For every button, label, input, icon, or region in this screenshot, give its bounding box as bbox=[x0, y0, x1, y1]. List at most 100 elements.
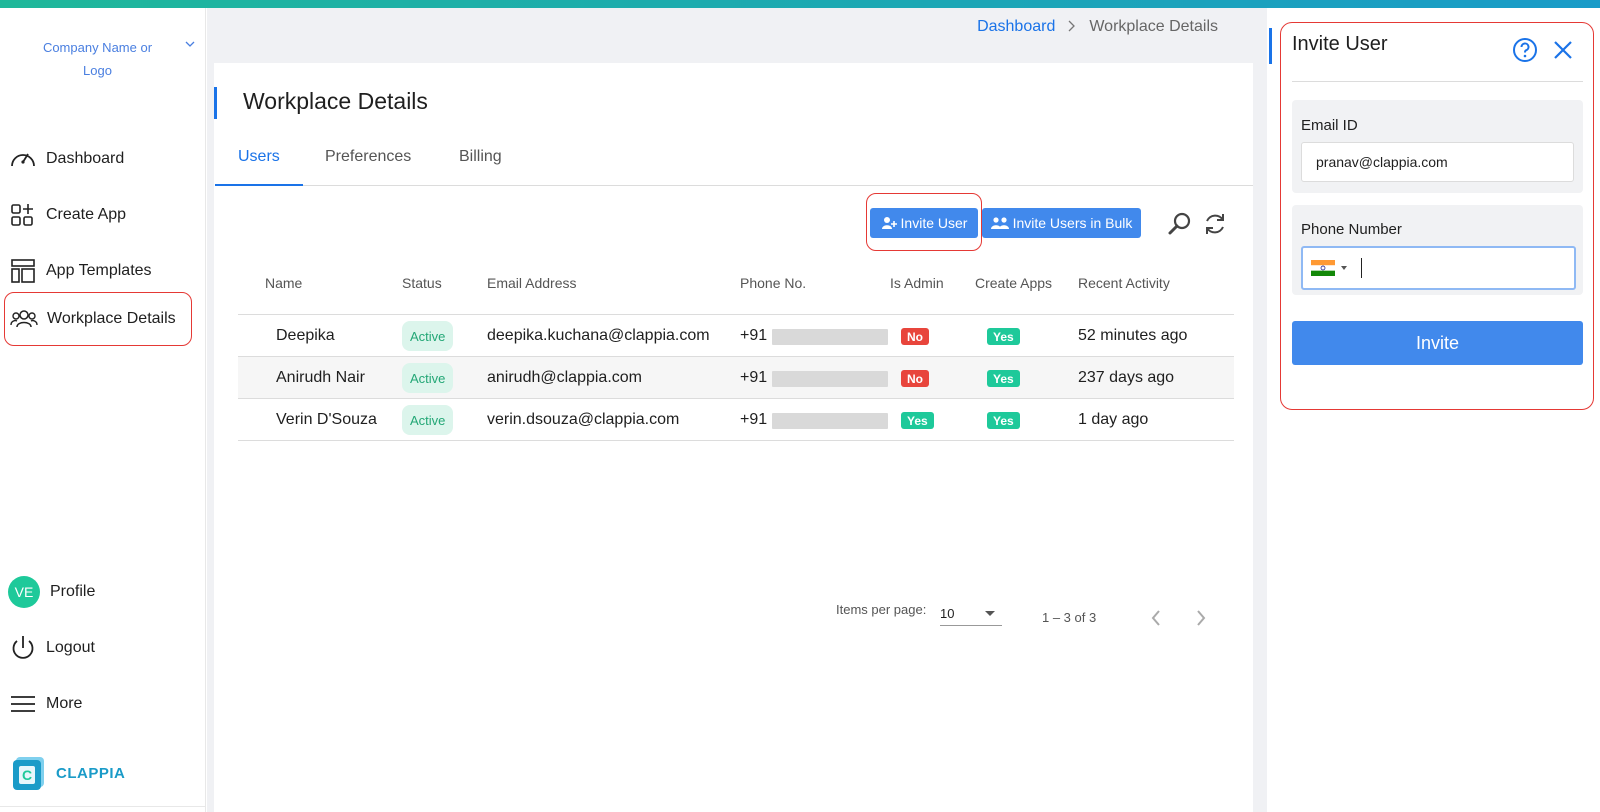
column-header-phone[interactable]: Phone No. bbox=[740, 275, 806, 291]
admin-badge: No bbox=[901, 370, 929, 387]
breadcrumb-current: Workplace Details bbox=[1089, 18, 1218, 35]
users-icon bbox=[9, 304, 39, 334]
tab-billing[interactable]: Billing bbox=[459, 138, 502, 186]
brand-name: CLAPPIA bbox=[56, 764, 126, 782]
phone-redacted bbox=[772, 371, 888, 387]
page-title: Workplace Details bbox=[243, 88, 428, 114]
phone-redacted bbox=[772, 413, 888, 429]
invite-users-bulk-button[interactable]: Invite Users in Bulk bbox=[982, 208, 1141, 238]
menu-icon bbox=[8, 689, 38, 719]
sidebar-item-label: Dashboard bbox=[46, 150, 125, 167]
breadcrumb-dashboard-link[interactable]: Dashboard bbox=[977, 18, 1055, 36]
sidebar-item-label: App Templates bbox=[46, 262, 152, 279]
close-icon[interactable] bbox=[1552, 39, 1574, 61]
cell-phone-prefix: +91 bbox=[740, 369, 768, 386]
table-row[interactable]: Deepika Active deepika.kuchana@clappia.c… bbox=[238, 315, 1234, 357]
cell-name: Anirudh Nair bbox=[276, 369, 365, 386]
speedometer-icon bbox=[8, 144, 38, 174]
refresh-icon[interactable] bbox=[1201, 210, 1229, 238]
help-icon[interactable] bbox=[1512, 37, 1538, 63]
india-flag-icon bbox=[1311, 260, 1335, 276]
create-apps-badge: Yes bbox=[987, 328, 1020, 345]
invite-submit-button[interactable]: Invite bbox=[1292, 321, 1583, 365]
panel-divider bbox=[1292, 81, 1583, 82]
admin-badge: No bbox=[901, 328, 929, 345]
tab-active-indicator bbox=[215, 184, 303, 186]
title-accent bbox=[214, 87, 217, 119]
tab-preferences[interactable]: Preferences bbox=[325, 138, 411, 186]
templates-icon bbox=[8, 256, 38, 286]
invite-bulk-label: Invite Users in Bulk bbox=[1012, 215, 1133, 231]
items-per-page-select[interactable]: 10 bbox=[940, 600, 1002, 626]
items-per-page-label: Items per page: bbox=[836, 602, 927, 617]
column-header-email[interactable]: Email Address bbox=[487, 275, 576, 291]
cell-phone-prefix: +91 bbox=[740, 327, 768, 344]
column-header-create-apps[interactable]: Create Apps bbox=[975, 275, 1052, 291]
power-icon bbox=[8, 633, 38, 663]
cell-activity: 237 days ago bbox=[1078, 369, 1175, 386]
email-field-group: Email ID pranav@clappia.com bbox=[1292, 100, 1583, 193]
caret-down-icon bbox=[985, 611, 995, 616]
chevron-right-icon[interactable] bbox=[1191, 608, 1211, 628]
cell-activity: 1 day ago bbox=[1078, 411, 1149, 428]
create-apps-badge: Yes bbox=[987, 412, 1020, 429]
status-badge: Active bbox=[402, 405, 454, 435]
breadcrumb: Dashboard Workplace Details bbox=[977, 18, 1218, 36]
table-row[interactable]: Verin D'Souza Active verin.dsouza@clappi… bbox=[238, 399, 1234, 441]
create-app-icon bbox=[8, 200, 38, 230]
cell-phone-prefix: +91 bbox=[740, 411, 768, 428]
cell-email: anirudh@clappia.com bbox=[487, 369, 642, 386]
chevron-down-icon[interactable] bbox=[184, 38, 196, 50]
top-accent-bar bbox=[0, 0, 1600, 8]
sidebar-item-profile[interactable]: VE Profile bbox=[4, 565, 192, 619]
chevron-right-icon bbox=[1067, 19, 1077, 35]
tab-users[interactable]: Users bbox=[238, 138, 280, 186]
sidebar-item-label: Profile bbox=[50, 583, 96, 600]
sidebar-item-app-templates[interactable]: App Templates bbox=[4, 244, 192, 298]
cell-activity: 52 minutes ago bbox=[1078, 327, 1188, 344]
column-header-status[interactable]: Status bbox=[402, 275, 442, 291]
column-header-is-admin[interactable]: Is Admin bbox=[890, 275, 944, 291]
invite-user-label: Invite User bbox=[900, 215, 968, 231]
sidebar-item-more[interactable]: More bbox=[4, 677, 192, 731]
sidebar-item-logout[interactable]: Logout bbox=[4, 621, 192, 675]
sidebar-item-label: More bbox=[46, 695, 83, 712]
brand-logo: C CLAPPIA bbox=[12, 756, 125, 790]
text-cursor bbox=[1361, 258, 1362, 278]
column-header-recent-activity[interactable]: Recent Activity bbox=[1078, 275, 1170, 291]
sidebar-item-dashboard[interactable]: Dashboard bbox=[4, 132, 192, 186]
column-header-name[interactable]: Name bbox=[265, 275, 302, 291]
tab-bar: Users Preferences Billing bbox=[215, 138, 1253, 186]
sidebar-item-workplace-details[interactable]: Workplace Details bbox=[4, 292, 192, 346]
country-select[interactable] bbox=[1311, 260, 1349, 276]
phone-redacted bbox=[772, 329, 888, 345]
company-logo-placeholder[interactable]: Company Name or Logo bbox=[30, 36, 165, 82]
phone-field[interactable] bbox=[1301, 246, 1576, 290]
sidebar-item-label: Workplace Details bbox=[47, 310, 176, 327]
cell-name: Deepika bbox=[276, 327, 335, 344]
search-icon[interactable] bbox=[1166, 210, 1194, 238]
chevron-left-icon[interactable] bbox=[1146, 608, 1166, 628]
phone-label: Phone Number bbox=[1301, 221, 1402, 238]
avatar: VE bbox=[8, 576, 40, 608]
email-value: pranav@clappia.com bbox=[1316, 154, 1448, 170]
table-header: Name Status Email Address Phone No. Is A… bbox=[238, 265, 1234, 315]
invite-user-button[interactable]: Invite User bbox=[870, 208, 978, 238]
status-badge: Active bbox=[402, 363, 454, 393]
users-table: Name Status Email Address Phone No. Is A… bbox=[238, 265, 1234, 441]
caret-down-icon bbox=[1341, 266, 1347, 270]
create-apps-badge: Yes bbox=[987, 370, 1020, 387]
admin-badge: Yes bbox=[901, 412, 934, 429]
email-field[interactable]: pranav@clappia.com bbox=[1301, 142, 1574, 182]
clappia-logo-icon: C bbox=[13, 757, 44, 790]
sidebar-item-label: Logout bbox=[46, 639, 95, 656]
status-badge: Active bbox=[402, 321, 454, 351]
add-user-icon bbox=[881, 217, 897, 229]
table-row[interactable]: Anirudh Nair Active anirudh@clappia.com … bbox=[238, 357, 1234, 399]
cell-email: verin.dsouza@clappia.com bbox=[487, 411, 680, 428]
phone-field-group: Phone Number bbox=[1292, 205, 1583, 295]
sidebar-item-create-app[interactable]: Create App bbox=[4, 188, 192, 242]
sidebar-item-label: Create App bbox=[46, 206, 127, 223]
page-range: 1 – 3 of 3 bbox=[1042, 610, 1097, 625]
group-icon bbox=[990, 217, 1009, 229]
